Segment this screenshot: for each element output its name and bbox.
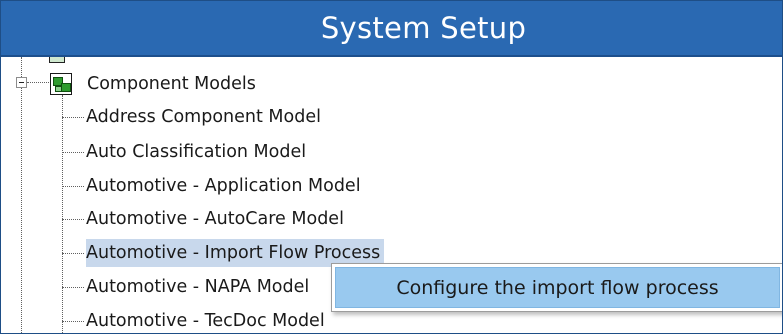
menu-item-configure-import-flow[interactable]: Configure the import flow process bbox=[335, 267, 780, 308]
title-bar: System Setup bbox=[1, 1, 782, 57]
collapse-toggle-icon[interactable] bbox=[16, 77, 27, 88]
tree-item-automotive-napa-model[interactable]: Automotive - NAPA Model bbox=[86, 273, 313, 301]
tree-connector bbox=[62, 186, 84, 187]
tree-connector bbox=[62, 287, 84, 288]
tree-node-component-models[interactable]: Component Models bbox=[87, 71, 256, 97]
tree-connector bbox=[27, 82, 49, 83]
tree-connector bbox=[21, 57, 22, 77]
tree-item-automotive-application-model[interactable]: Automotive - Application Model bbox=[86, 172, 365, 200]
window-title: System Setup bbox=[320, 11, 527, 45]
component-models-icon bbox=[50, 73, 72, 95]
tree-connector bbox=[62, 117, 84, 118]
system-setup-window: System Setup Component Models Address Co… bbox=[0, 0, 783, 334]
tree-connector bbox=[62, 95, 63, 333]
partial-node-icon bbox=[46, 57, 68, 64]
tree-connector bbox=[62, 321, 84, 322]
tree-item-auto-classification-model[interactable]: Auto Classification Model bbox=[86, 138, 310, 166]
context-menu: Configure the import flow process bbox=[331, 263, 782, 312]
tree-connector bbox=[62, 253, 84, 254]
tree-item-automotive-tecdoc-model[interactable]: Automotive - TecDoc Model bbox=[86, 307, 329, 333]
tree-item-address-component-model[interactable]: Address Component Model bbox=[86, 103, 325, 131]
tree-connector bbox=[21, 88, 22, 333]
tree-item-automotive-autocare-model[interactable]: Automotive - AutoCare Model bbox=[86, 205, 348, 233]
tree-connector bbox=[62, 152, 84, 153]
tree-connector bbox=[62, 219, 84, 220]
